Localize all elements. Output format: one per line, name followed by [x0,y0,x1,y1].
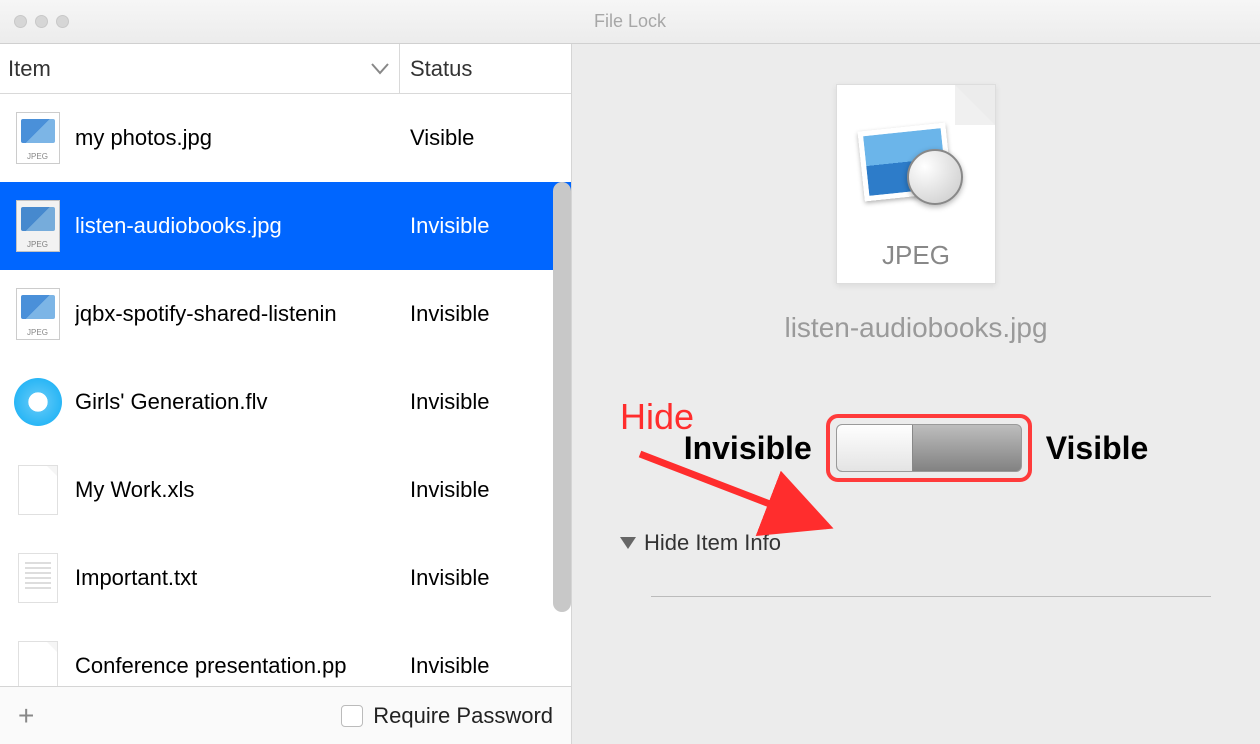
require-password-checkbox[interactable] [341,705,363,727]
table-row[interactable]: Important.txt Invisible [0,534,571,622]
file-status: Invisible [400,565,571,591]
file-name: jqbx-spotify-shared-listenin [75,301,400,327]
add-button[interactable]: + [18,700,34,732]
file-type-icon: JPEG [0,200,75,252]
table-row[interactable]: JPEG jqbx-spotify-shared-listenin Invisi… [0,270,571,358]
file-status: Invisible [400,301,571,327]
titlebar: File Lock [0,0,1260,44]
table-row[interactable]: My Work.xls Invisible [0,446,571,534]
window-controls [0,15,69,28]
chevron-down-icon [371,63,389,75]
file-type-icon [0,378,75,426]
zoom-window-button[interactable] [56,15,69,28]
toggle-knob[interactable] [837,425,913,471]
file-list: JPEG my photos.jpg Visible JPEG listen-a… [0,94,571,686]
file-name: Conference presentation.pp [75,653,400,679]
file-type-icon [0,553,75,603]
file-status: Invisible [400,653,571,679]
scrollbar[interactable] [553,182,571,612]
table-header: Item Status [0,44,571,94]
table-row[interactable]: JPEG listen-audiobooks.jpg Invisible [0,182,571,270]
file-list-panel: Item Status JPEG my photos.jpg Visible J… [0,44,572,744]
minimize-window-button[interactable] [35,15,48,28]
toggle-label-invisible: Invisible [684,430,812,467]
file-status: Visible [400,125,571,151]
file-status: Invisible [400,477,571,503]
preview-icon-type: JPEG [837,240,995,271]
file-type-icon [0,641,75,686]
file-type-icon [0,465,75,515]
file-type-icon: JPEG [0,112,75,164]
table-row[interactable]: Conference presentation.pp Invisible [0,622,571,686]
file-name: Important.txt [75,565,400,591]
preview-filename: listen-audiobooks.jpg [784,312,1047,344]
preview-panel: JPEG listen-audiobooks.jpg Hide Invisibl… [572,44,1260,744]
file-name: Girls' Generation.flv [75,389,400,415]
file-type-icon: JPEG [0,288,75,340]
annotation-highlight-box [826,414,1032,482]
preview-file-icon: JPEG [836,84,996,284]
window-title: File Lock [594,11,666,32]
require-password-control[interactable]: Require Password [341,703,553,729]
table-row[interactable]: JPEG my photos.jpg Visible [0,94,571,182]
file-status: Invisible [400,389,571,415]
column-header-item[interactable]: Item [0,44,400,93]
file-name: my photos.jpg [75,125,400,151]
content-area: Item Status JPEG my photos.jpg Visible J… [0,44,1260,744]
close-window-button[interactable] [14,15,27,28]
column-header-item-label: Item [8,56,51,82]
file-status: Invisible [400,213,571,239]
bottom-toolbar: + Require Password [0,686,571,744]
divider [651,596,1211,597]
toggle-label-visible: Visible [1046,430,1149,467]
column-header-status-label: Status [410,56,472,82]
file-name: My Work.xls [75,477,400,503]
table-row[interactable]: Girls' Generation.flv Invisible [0,358,571,446]
column-header-status[interactable]: Status [400,44,571,93]
file-name: listen-audiobooks.jpg [75,213,400,239]
visibility-toggle[interactable] [836,424,1022,472]
visibility-toggle-row: Invisible Visible [684,414,1149,482]
require-password-label: Require Password [373,703,553,729]
